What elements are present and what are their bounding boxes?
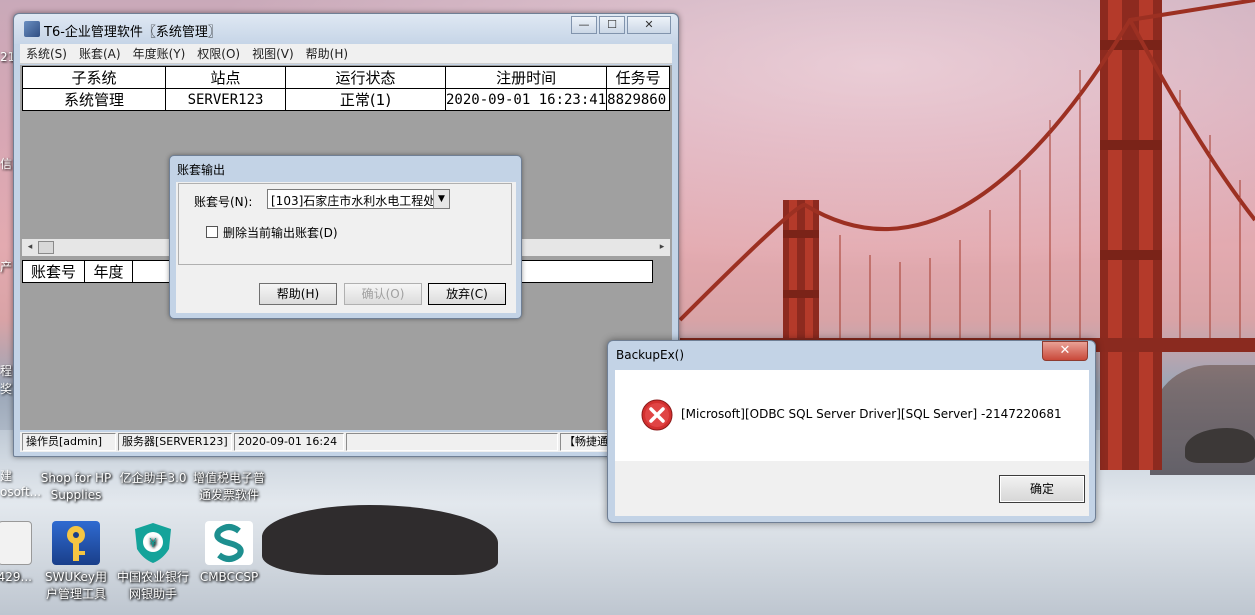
scroll-left-icon[interactable]: ◂: [22, 239, 38, 256]
table-cell: 2020-09-01 16:23:41: [444, 88, 608, 111]
menu-view[interactable]: 视图(V): [246, 44, 300, 64]
edge-label: 程: [0, 364, 13, 378]
cancel-button[interactable]: 放弃(C): [428, 283, 506, 305]
desktop-icon-label: 通发票软件: [198, 488, 259, 502]
maximize-button[interactable]: ☐: [599, 16, 625, 34]
ok-button[interactable]: 确定: [999, 475, 1085, 503]
cmbc-logo-icon: [205, 521, 253, 565]
confirm-button[interactable]: 确认(O): [344, 283, 422, 305]
delete-after-export-label[interactable]: 删除当前输出账套(D): [223, 224, 338, 241]
column-header: 年度: [84, 260, 133, 283]
error-message-area: [Microsoft][ODBC SQL Server Driver][SQL …: [615, 370, 1089, 461]
table-row[interactable]: 系统管理 SERVER123 正常(1) 2020-09-01 16:23:41…: [22, 88, 671, 111]
status-date: 2020-09-01 16:24: [234, 433, 344, 451]
close-button[interactable]: ✕: [627, 16, 671, 34]
desktop-icon-cmbccsp[interactable]: CMBCCSP: [184, 521, 274, 586]
edge-label: 产: [0, 260, 13, 274]
edge-label: 建: [0, 469, 13, 483]
dialog-title: 账套输出: [177, 163, 226, 177]
edge-label: osoft...: [0, 485, 42, 499]
edge-label: 奖: [0, 382, 13, 396]
delete-after-export-checkbox[interactable]: [206, 226, 218, 238]
chevron-down-icon[interactable]: ▼: [433, 190, 449, 208]
status-operator: 操作员[admin]: [22, 433, 116, 451]
menu-year-account[interactable]: 年度账(Y): [127, 44, 192, 64]
app-icon: [24, 21, 40, 37]
column-header: 站点: [165, 66, 286, 89]
edge-label: 信: [0, 157, 13, 171]
error-icon: [641, 399, 673, 431]
scroll-right-icon[interactable]: ▸: [654, 239, 670, 256]
account-number-select[interactable]: [103]石家庄市水利水电工程处 ▼: [267, 189, 450, 209]
status-empty: [346, 433, 558, 451]
table-header-row: 子系统 站点 运行状态 注册时间 任务号: [22, 66, 671, 89]
desktop-icon-label: Supplies: [50, 488, 102, 502]
menu-bar: 系统(S) 账套(A) 年度账(Y) 权限(O) 视图(V) 帮助(H): [20, 44, 672, 64]
subsystem-table: 子系统 站点 运行状态 注册时间 任务号 系统管理 SERVER123 正常(1…: [22, 66, 671, 111]
help-button[interactable]: 帮助(H): [259, 283, 337, 305]
minimize-button[interactable]: —: [571, 16, 597, 34]
menu-account[interactable]: 账套(A): [73, 44, 127, 64]
close-button[interactable]: ✕: [1042, 341, 1088, 361]
column-header: 任务号: [606, 66, 671, 89]
menu-permission[interactable]: 权限(O): [191, 44, 246, 64]
account-export-dialog[interactable]: 账套输出 账套号(N): [103]石家庄市水利水电工程处 ▼ 删除当前输出账套…: [169, 155, 522, 319]
table-cell: 系统管理: [22, 88, 166, 111]
column-header: 运行状态: [285, 66, 446, 89]
scrollbar-thumb[interactable]: [38, 241, 54, 254]
menu-system[interactable]: 系统(S): [20, 44, 73, 64]
status-server: 服务器[SERVER123]: [118, 433, 232, 451]
desktop-icon-label: 网银助手: [128, 587, 177, 601]
desktop-icon-document[interactable]: 0429...: [0, 521, 60, 586]
desktop-icon-vat-invoice[interactable]: 增值税电子普 通发票软件: [184, 470, 274, 504]
window-titlebar[interactable]: T6-企业管理软件〖系统管理〗 — ☐ ✕: [14, 14, 678, 44]
desktop-icon-label: 0429...: [0, 570, 32, 584]
error-message: [Microsoft][ODBC SQL Server Driver][SQL …: [681, 407, 1062, 421]
desktop-icon-label: CMBCCSP: [199, 570, 259, 584]
backup-error-dialog[interactable]: BackupEx() ✕ [Microsoft][ODBC SQL Server…: [607, 340, 1096, 523]
dialog-title: BackupEx(): [616, 348, 685, 362]
status-bar: 操作员[admin] 服务器[SERVER123] 2020-09-01 16:…: [20, 432, 672, 452]
column-header: 注册时间: [444, 66, 608, 89]
bank-shield-icon: ¥: [129, 521, 177, 565]
table-cell: 8829860: [606, 88, 671, 111]
menu-help[interactable]: 帮助(H): [300, 44, 354, 64]
column-header: 子系统: [22, 66, 166, 89]
svg-text:¥: ¥: [149, 536, 157, 550]
column-header: 账套号: [22, 260, 85, 283]
dialog-body: 账套号(N): [103]石家庄市水利水电工程处 ▼ 删除当前输出账套(D) 帮…: [176, 182, 516, 313]
table-cell: SERVER123: [165, 88, 286, 111]
account-number-label: 账套号(N):: [194, 195, 253, 209]
options-group: 账套号(N): [103]石家庄市水利水电工程处 ▼ 删除当前输出账套(D): [178, 183, 512, 265]
dialog-footer: 确定: [615, 461, 1089, 516]
document-icon: [0, 521, 32, 565]
window-title: T6-企业管理软件〖系统管理〗: [44, 25, 221, 40]
account-number-value: [103]石家庄市水利水电工程处: [271, 194, 436, 208]
desktop-icon-label: 增值税电子普: [192, 471, 265, 485]
table-cell: 正常(1): [285, 88, 446, 111]
